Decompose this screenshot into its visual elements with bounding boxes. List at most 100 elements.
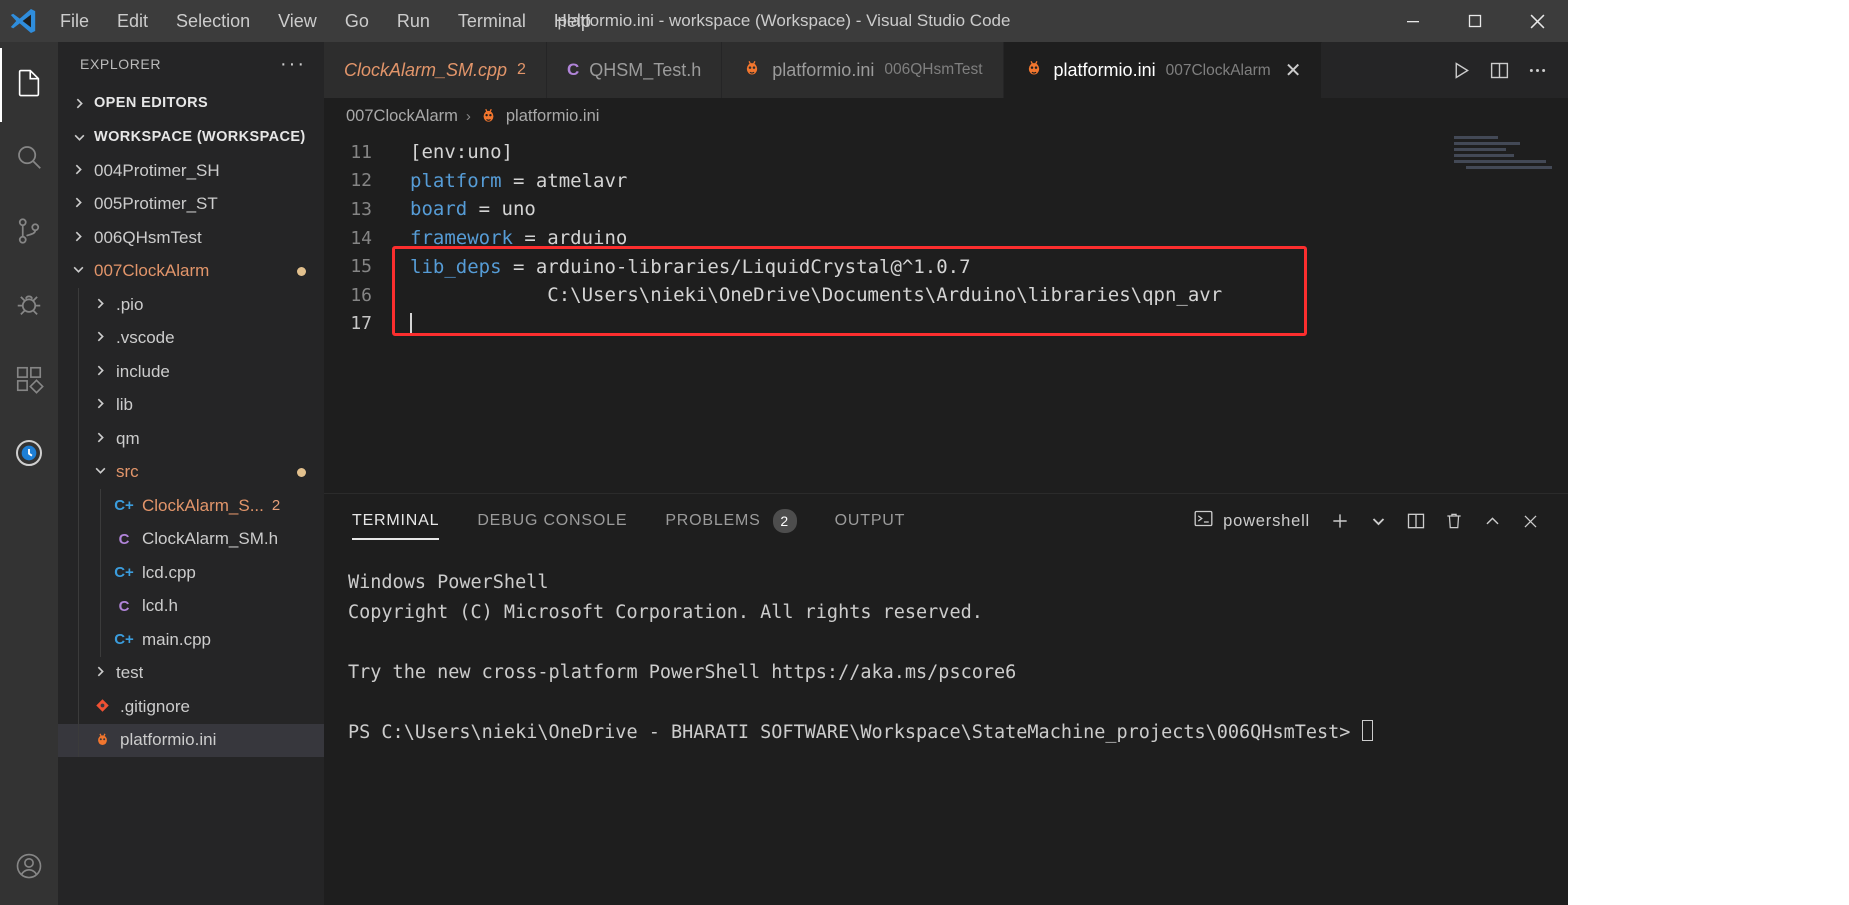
terminal-dropdown-button[interactable] [1362,505,1394,537]
chevron-right-icon [90,330,110,346]
vscode-logo-icon [0,6,46,36]
indent-guide [78,690,79,724]
tree-item-label: qm [116,428,140,448]
tab-close-button[interactable]: ✕ [1285,61,1302,81]
tree-item-gitignore[interactable]: .gitignore [58,690,324,724]
tree-item-test[interactable]: test [58,656,324,690]
tab-qhsm-test-h[interactable]: C QHSM_Test.h [546,42,723,98]
section-workspace-label: WORKSPACE (WORKSPACE) [94,129,306,145]
tree-item-qm[interactable]: qm [58,422,324,456]
breadcrumb-item-folder[interactable]: 007ClockAlarm [346,107,458,126]
tree-item-label: test [116,663,144,683]
tree-item-004protimer-sh[interactable]: 004Protimer_SH [58,154,324,188]
new-terminal-button[interactable] [1324,505,1356,537]
sidebar-header: EXPLORER ··· [58,42,324,86]
kill-terminal-button[interactable] [1438,505,1470,537]
terminal-prompt: PS C:\Users\nieki\OneDrive - BHARATI SOF… [348,718,1568,748]
tab-terminal[interactable]: TERMINAL [352,494,440,548]
menu-file[interactable]: File [46,0,103,42]
split-editor-button[interactable] [1482,53,1516,87]
tree-item-006qhsmtest[interactable]: 006QHsmTest [58,221,324,255]
code-line: 15 lib_deps = arduino-libraries/LiquidCry… [324,252,1568,281]
sidebar-more-actions-button[interactable]: ··· [268,54,318,74]
maximize-panel-button[interactable] [1476,505,1508,537]
activity-item-accounts[interactable] [0,831,58,905]
close-panel-button[interactable] [1514,505,1546,537]
terminal-line: Try the new cross-platform PowerShell ht… [348,661,1017,683]
menu-selection[interactable]: Selection [162,0,264,42]
more-actions-button[interactable] [1520,53,1554,87]
tree-item-clockalarm-s[interactable]: C+ ClockAlarm_S... 2 [58,489,324,523]
menu-help[interactable]: Help [540,0,605,42]
file-tree: 004Protimer_SH 005Protimer_ST 006QHsmTest 0… [58,154,324,905]
tree-item-platformio-ini[interactable]: platformio.ini [58,723,324,757]
tab-debug-console[interactable]: DEBUG CONSOLE [477,494,627,548]
split-terminal-button[interactable] [1400,505,1432,537]
code-token: board [410,198,468,221]
menu-go[interactable]: Go [331,0,383,42]
indent-guide [78,522,79,556]
code-token: framework [410,227,513,250]
section-open-editors[interactable]: OPEN EDITORS [58,86,324,120]
tree-item-include[interactable]: include [58,355,324,389]
tree-item-lcd-h[interactable]: Clcd.h [58,589,324,623]
text-cursor [410,313,412,336]
tree-item-problem-badge: 2 [271,497,281,515]
code-text: C:\Users\nieki\OneDrive\Documents\Arduin… [386,284,1222,306]
code-editor[interactable]: 11 [env:uno] 12 platform = atmelavr 13 board … [324,134,1568,493]
tree-item-src[interactable]: src [58,455,324,489]
terminal-line: Copyright (C) Microsoft Corporation. All… [348,601,983,623]
section-workspace[interactable]: WORKSPACE (WORKSPACE) [58,120,324,154]
indent-guide [78,321,79,355]
run-button[interactable] [1444,53,1478,87]
activity-item-platformio[interactable] [0,418,58,492]
tree-item-label: .pio [116,294,144,314]
tree-item-lcd-cpp[interactable]: C+ lcd.cpp [58,556,324,590]
breadcrumb-item-file[interactable]: platformio.ini [506,107,600,126]
tab-platformio-ini-007clockalarm[interactable]: platformio.ini 007ClockAlarm ✕ [1003,42,1323,98]
close-button[interactable] [1506,0,1568,42]
menu-edit[interactable]: Edit [103,0,162,42]
menu-run[interactable]: Run [383,0,444,42]
activity-item-extensions[interactable] [0,344,58,418]
tree-item-clockalarm-sm-h[interactable]: C ClockAlarm_SM.h [58,522,324,556]
line-number: 17 [350,313,372,335]
indent-guide [78,388,79,422]
tree-item-pio[interactable]: .pio [58,288,324,322]
tab-problems[interactable]: PROBLEMS 2 [665,494,797,548]
terminal-shell-selector[interactable]: powershell [1193,508,1310,534]
tree-item-label: ClockAlarm_S... [142,495,264,515]
tree-item-label: .vscode [116,328,175,348]
menu-view[interactable]: View [264,0,331,42]
activity-item-run-and-debug[interactable] [0,270,58,344]
indent-guide [100,489,101,523]
tab-output[interactable]: OUTPUT [835,494,906,548]
tab-output-label: OUTPUT [834,512,906,529]
tab-description: 006QHsmTest [884,61,983,78]
terminal-output[interactable]: Windows PowerShell Copyright (C) Microsof… [324,548,1568,905]
tree-item-main-cpp[interactable]: C+ main.cpp [58,623,324,657]
tree-item-label: main.cpp [142,629,211,649]
chevron-right-icon [68,230,88,246]
problems-count-badge: 2 [772,509,797,533]
tab-platformio-ini-006qhsmtest[interactable]: platformio.ini 006QHsmTest [722,42,1004,98]
tree-item-005protimer-st[interactable]: 005Protimer_ST [58,188,324,222]
tree-item-vscode[interactable]: .vscode [58,321,324,355]
tree-item-lib[interactable]: lib [58,388,324,422]
activity-item-source-control[interactable] [0,196,58,270]
section-open-editors-label: OPEN EDITORS [94,95,209,111]
activity-item-search[interactable] [0,122,58,196]
code-token: = atmelavr [501,169,628,192]
activity-item-explorer[interactable] [0,48,58,122]
code-text: board = uno [386,198,536,220]
tab-clockalarm-sm-cpp[interactable]: ClockAlarm_SM.cpp 2 [324,42,547,98]
menu-terminal[interactable]: Terminal [444,0,540,42]
minimize-button[interactable] [1382,0,1444,42]
chevron-right-icon [90,364,110,380]
tree-item-007clockalarm[interactable]: 007ClockAlarm [58,255,324,289]
indent-guide [100,522,101,556]
indent-guide [78,455,79,489]
maximize-button[interactable] [1444,0,1506,42]
chevron-down-icon [68,263,88,279]
